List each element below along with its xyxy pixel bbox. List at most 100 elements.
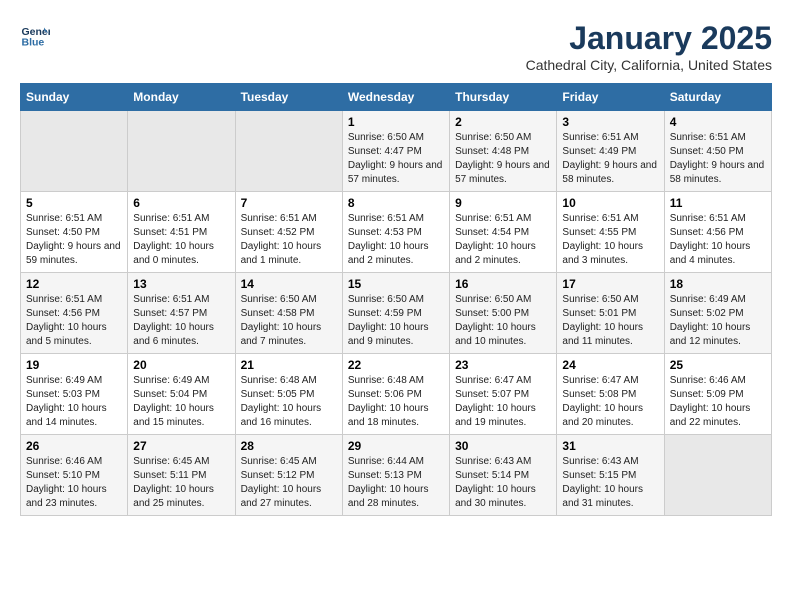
calendar-cell: 17 Sunrise: 6:50 AMSunset: 5:01 PMDayligh… (557, 273, 664, 354)
calendar-cell: 22 Sunrise: 6:48 AMSunset: 5:06 PMDayligh… (342, 354, 449, 435)
day-number: 10 (562, 196, 658, 210)
weekday-header: Saturday (664, 84, 771, 111)
calendar-week-row: 1 Sunrise: 6:50 AMSunset: 4:47 PMDaylight… (21, 111, 772, 192)
weekday-header: Friday (557, 84, 664, 111)
calendar-cell: 9 Sunrise: 6:51 AMSunset: 4:54 PMDaylight… (450, 192, 557, 273)
calendar-cell: 24 Sunrise: 6:47 AMSunset: 5:08 PMDayligh… (557, 354, 664, 435)
calendar-cell: 25 Sunrise: 6:46 AMSunset: 5:09 PMDayligh… (664, 354, 771, 435)
day-number: 13 (133, 277, 229, 291)
day-info: Sunrise: 6:51 AMSunset: 4:50 PMDaylight:… (670, 131, 766, 187)
day-number: 7 (241, 196, 337, 210)
day-info: Sunrise: 6:45 AMSunset: 5:12 PMDaylight:… (241, 455, 337, 511)
calendar-cell: 6 Sunrise: 6:51 AMSunset: 4:51 PMDaylight… (128, 192, 235, 273)
calendar-cell: 19 Sunrise: 6:49 AMSunset: 5:03 PMDayligh… (21, 354, 128, 435)
logo: General Blue (20, 20, 50, 50)
calendar-cell: 12 Sunrise: 6:51 AMSunset: 4:56 PMDayligh… (21, 273, 128, 354)
calendar-cell (128, 111, 235, 192)
calendar-cell: 13 Sunrise: 6:51 AMSunset: 4:57 PMDayligh… (128, 273, 235, 354)
day-number: 12 (26, 277, 122, 291)
month-title: January 2025 (526, 20, 772, 57)
calendar-cell: 18Sunrise: 6:49 AMSunset: 5:02 PMDayligh… (664, 273, 771, 354)
day-info: Sunrise: 6:51 AMSunset: 4:56 PMDaylight:… (26, 293, 122, 349)
calendar-cell: 3Sunrise: 6:51 AMSunset: 4:49 PMDaylight… (557, 111, 664, 192)
weekday-header: Wednesday (342, 84, 449, 111)
weekday-header: Tuesday (235, 84, 342, 111)
calendar-cell (21, 111, 128, 192)
calendar-cell: 8 Sunrise: 6:51 AMSunset: 4:53 PMDaylight… (342, 192, 449, 273)
weekday-header-row: SundayMondayTuesdayWednesdayThursdayFrid… (21, 84, 772, 111)
calendar-cell: 27 Sunrise: 6:45 AMSunset: 5:11 PMDayligh… (128, 435, 235, 516)
calendar-cell: 28 Sunrise: 6:45 AMSunset: 5:12 PMDayligh… (235, 435, 342, 516)
day-number: 20 (133, 358, 229, 372)
day-info: Sunrise: 6:51 AMSunset: 4:52 PMDaylight:… (241, 212, 337, 268)
day-number: 26 (26, 439, 122, 453)
day-info: Sunrise: 6:51 AMSunset: 4:55 PMDaylight:… (562, 212, 658, 268)
day-number: 23 (455, 358, 551, 372)
calendar-cell: 29Sunrise: 6:44 AMSunset: 5:13 PMDayligh… (342, 435, 449, 516)
calendar-cell: 10 Sunrise: 6:51 AMSunset: 4:55 PMDayligh… (557, 192, 664, 273)
day-number: 17 (562, 277, 658, 291)
day-info: Sunrise: 6:49 AMSunset: 5:03 PMDaylight:… (26, 374, 122, 430)
day-number: 30 (455, 439, 551, 453)
day-number: 31 (562, 439, 658, 453)
calendar-cell: 15Sunrise: 6:50 AMSunset: 4:59 PMDayligh… (342, 273, 449, 354)
day-info: Sunrise: 6:46 AMSunset: 5:09 PMDaylight:… (670, 374, 766, 430)
day-info: Sunrise: 6:51 AMSunset: 4:50 PMDaylight:… (26, 212, 122, 268)
day-number: 25 (670, 358, 766, 372)
day-info: Sunrise: 6:43 AMSunset: 5:14 PMDaylight:… (455, 455, 551, 511)
day-info: Sunrise: 6:51 AMSunset: 4:49 PMDaylight:… (562, 131, 658, 187)
title-block: January 2025 Cathedral City, California,… (526, 20, 772, 73)
day-info: Sunrise: 6:51 AMSunset: 4:51 PMDaylight:… (133, 212, 229, 268)
day-info: Sunrise: 6:51 AMSunset: 4:57 PMDaylight:… (133, 293, 229, 349)
calendar-cell (235, 111, 342, 192)
calendar-cell: 26 Sunrise: 6:46 AMSunset: 5:10 PMDayligh… (21, 435, 128, 516)
calendar-cell: 4 Sunrise: 6:51 AMSunset: 4:50 PMDaylight… (664, 111, 771, 192)
calendar-cell (664, 435, 771, 516)
calendar-table: SundayMondayTuesdayWednesdayThursdayFrid… (20, 83, 772, 516)
day-number: 21 (241, 358, 337, 372)
day-info: Sunrise: 6:49 AMSunset: 5:02 PMDaylight:… (670, 293, 766, 349)
calendar-cell: 16 Sunrise: 6:50 AMSunset: 5:00 PMDayligh… (450, 273, 557, 354)
day-number: 28 (241, 439, 337, 453)
day-info: Sunrise: 6:50 AMSunset: 4:48 PMDaylight:… (455, 131, 551, 187)
calendar-week-row: 26 Sunrise: 6:46 AMSunset: 5:10 PMDayligh… (21, 435, 772, 516)
calendar-cell: 14Sunrise: 6:50 AMSunset: 4:58 PMDayligh… (235, 273, 342, 354)
logo-icon: General Blue (20, 20, 50, 50)
day-number: 2 (455, 115, 551, 129)
day-number: 6 (133, 196, 229, 210)
day-info: Sunrise: 6:48 AMSunset: 5:06 PMDaylight:… (348, 374, 444, 430)
calendar-cell: 23 Sunrise: 6:47 AMSunset: 5:07 PMDayligh… (450, 354, 557, 435)
day-info: Sunrise: 6:44 AMSunset: 5:13 PMDaylight:… (348, 455, 444, 511)
day-number: 27 (133, 439, 229, 453)
calendar-cell: 20Sunrise: 6:49 AMSunset: 5:04 PMDayligh… (128, 354, 235, 435)
day-info: Sunrise: 6:50 AMSunset: 4:58 PMDaylight:… (241, 293, 337, 349)
day-info: Sunrise: 6:50 AMSunset: 4:59 PMDaylight:… (348, 293, 444, 349)
calendar-cell: 30 Sunrise: 6:43 AMSunset: 5:14 PMDayligh… (450, 435, 557, 516)
day-info: Sunrise: 6:50 AMSunset: 5:00 PMDaylight:… (455, 293, 551, 349)
day-info: Sunrise: 6:50 AMSunset: 4:47 PMDaylight:… (348, 131, 444, 187)
calendar-cell: 7 Sunrise: 6:51 AMSunset: 4:52 PMDaylight… (235, 192, 342, 273)
day-info: Sunrise: 6:51 AMSunset: 4:53 PMDaylight:… (348, 212, 444, 268)
location: Cathedral City, California, United State… (526, 57, 772, 73)
calendar-cell: 5Sunrise: 6:51 AMSunset: 4:50 PMDaylight… (21, 192, 128, 273)
day-number: 16 (455, 277, 551, 291)
day-number: 24 (562, 358, 658, 372)
day-number: 9 (455, 196, 551, 210)
day-number: 11 (670, 196, 766, 210)
weekday-header: Thursday (450, 84, 557, 111)
day-info: Sunrise: 6:47 AMSunset: 5:07 PMDaylight:… (455, 374, 551, 430)
calendar-week-row: 12 Sunrise: 6:51 AMSunset: 4:56 PMDayligh… (21, 273, 772, 354)
calendar-cell: 31Sunrise: 6:43 AMSunset: 5:15 PMDayligh… (557, 435, 664, 516)
day-info: Sunrise: 6:50 AMSunset: 5:01 PMDaylight:… (562, 293, 658, 349)
day-number: 1 (348, 115, 444, 129)
day-info: Sunrise: 6:45 AMSunset: 5:11 PMDaylight:… (133, 455, 229, 511)
day-number: 4 (670, 115, 766, 129)
page-header: General Blue January 2025 Cathedral City… (20, 20, 772, 73)
day-number: 8 (348, 196, 444, 210)
day-info: Sunrise: 6:51 AMSunset: 4:54 PMDaylight:… (455, 212, 551, 268)
day-number: 19 (26, 358, 122, 372)
weekday-header: Sunday (21, 84, 128, 111)
day-info: Sunrise: 6:47 AMSunset: 5:08 PMDaylight:… (562, 374, 658, 430)
day-info: Sunrise: 6:46 AMSunset: 5:10 PMDaylight:… (26, 455, 122, 511)
day-number: 22 (348, 358, 444, 372)
